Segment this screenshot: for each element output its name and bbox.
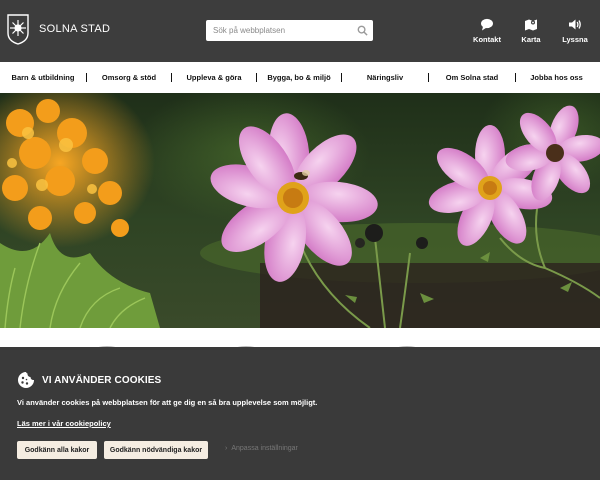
accept-all-cookies-button[interactable]: Godkänn alla kakor (17, 441, 97, 459)
cookie-description: Vi använder cookies på webbplatsen för a… (17, 398, 318, 407)
cookie-policy-link[interactable]: Läs mer i vår cookiepolicy (17, 419, 111, 428)
nav-item-om-solna-stad[interactable]: Om Solna stad (429, 73, 515, 82)
header-tools: Kontakt Karta Lyssna (472, 18, 590, 44)
site-header: SOLNA STAD Kontakt Karta (0, 0, 600, 62)
contact-label: Kontakt (473, 35, 501, 44)
cookie-settings-label: Anpassa inställningar (231, 445, 298, 452)
main-nav: Barn & utbildning Omsorg & stöd Uppleva … (0, 62, 600, 93)
chat-icon (481, 18, 493, 31)
nav-item-jobba-hos-oss[interactable]: Jobba hos oss (516, 73, 597, 82)
contact-button[interactable]: Kontakt (472, 18, 502, 44)
logo-text: SOLNA STAD (39, 23, 111, 35)
nav-item-uppleva-gora[interactable]: Uppleva & göra (172, 73, 256, 82)
accept-necessary-cookies-button[interactable]: Godkänn nödvändiga kakor (104, 441, 208, 459)
hero-flower-photo (0, 93, 600, 328)
map-button[interactable]: Karta (516, 18, 546, 44)
cookie-title: VI ANVÄNDER COOKIES (42, 374, 162, 386)
search-icon[interactable] (357, 25, 368, 36)
solna-crest-icon (7, 14, 29, 45)
nav-item-barn-utbildning[interactable]: Barn & utbildning (0, 73, 86, 82)
site-logo[interactable]: SOLNA STAD (6, 13, 110, 45)
cookie-settings-link[interactable]: › Anpassa inställningar (225, 445, 298, 452)
search-box (206, 20, 373, 41)
map-label: Karta (521, 35, 541, 44)
cookie-icon (18, 372, 34, 388)
listen-label: Lyssna (562, 35, 588, 44)
cookie-banner: VI ANVÄNDER COOKIES Vi använder cookies … (0, 347, 600, 480)
cookie-header: VI ANVÄNDER COOKIES (17, 371, 161, 389)
hero-image (0, 93, 600, 328)
search-input[interactable] (206, 20, 346, 41)
nav-item-naringsliv[interactable]: Näringsliv (342, 73, 428, 82)
nav-item-bygga-bo-miljo[interactable]: Bygga, bo & miljö (257, 73, 341, 82)
speaker-icon (569, 19, 581, 30)
nav-item-omsorg-stod[interactable]: Omsorg & stöd (87, 73, 171, 82)
map-icon (525, 19, 537, 31)
chevron-right-icon: › (225, 445, 228, 452)
listen-button[interactable]: Lyssna (560, 18, 590, 44)
